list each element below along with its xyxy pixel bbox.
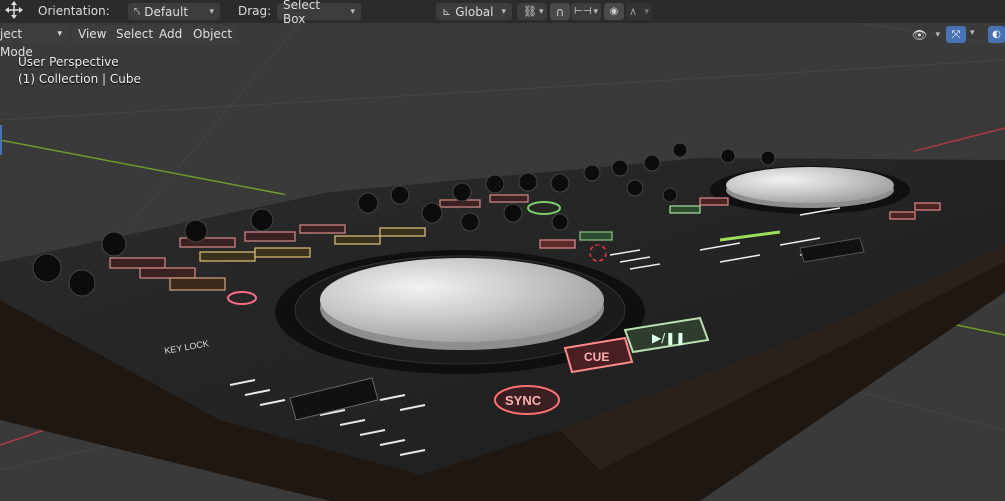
chevron-down-icon: ▾ — [57, 29, 62, 39]
toolbar-edge-indicator — [0, 125, 2, 155]
viewport-perspective-label: User Perspective — [18, 55, 119, 69]
chevron-down-icon: ▾ — [538, 6, 544, 17]
falloff-curve-icon: ∧ — [629, 5, 638, 18]
transform-orientation-dropdown[interactable]: ⊾ Global ▾ — [436, 3, 512, 20]
right-jog-wheel[interactable] — [726, 167, 894, 203]
viewport-header: ject Mode ▾ View Select Add Object 👁 ▾ ⤧… — [0, 23, 1005, 59]
pivot-point-dropdown[interactable]: ⛓ ▾ — [517, 3, 547, 20]
menu-object[interactable]: Object — [187, 25, 239, 43]
orientation-label: Orientation: — [38, 4, 110, 18]
chevron-down-icon: ▾ — [593, 6, 598, 17]
falloff-dropdown[interactable]: ∧ ▾ — [626, 3, 652, 20]
visibility-dropdown[interactable]: 👁 ▾ — [910, 26, 942, 43]
cue-label: CUE — [584, 350, 609, 364]
play-pause-icon: ▶/❚❚ — [652, 331, 685, 345]
tool-settings-header: Orientation: ⤣ Default ▾ Drag: Select Bo… — [0, 0, 1005, 26]
chevron-down-icon: ▾ — [350, 6, 355, 17]
menu-view[interactable]: View — [72, 25, 113, 43]
orientation-dropdown[interactable]: ⤣ Default ▾ — [128, 3, 220, 20]
magnet-icon[interactable]: ∩ — [550, 3, 570, 20]
chevron-down-icon: ▾ — [209, 6, 214, 17]
pivot-icon: ⤣ — [134, 4, 141, 18]
chevron-down-icon: ▾ — [644, 6, 649, 17]
transform-orientation-icon: ⊾ — [442, 5, 452, 18]
menu-add[interactable]: Add — [153, 25, 189, 43]
transform-orientation-value: Global — [455, 4, 494, 19]
menu-select[interactable]: Select — [110, 25, 160, 43]
proportional-edit-icon[interactable]: ◉ — [604, 3, 624, 20]
viewport-collection-label: (1) Collection | Cube — [18, 72, 141, 86]
orientation-value: Default — [144, 4, 189, 19]
drag-label: Drag: — [238, 4, 272, 18]
sync-label: SYNC — [505, 393, 542, 408]
visibility-eye-icon: 👁 — [912, 27, 928, 42]
snap-link-icon: ⛓ — [523, 5, 537, 18]
chevron-down-icon: ▾ — [501, 6, 506, 17]
chevron-down-icon[interactable]: ▾ — [970, 28, 975, 38]
snap-target-dropdown[interactable]: ⊢⊣ ▾ — [571, 3, 601, 20]
mode-dropdown[interactable]: ject Mode ▾ — [0, 25, 68, 59]
gizmo-toggle-icon[interactable]: ⤧ — [946, 26, 966, 43]
chevron-down-icon: ▾ — [935, 29, 940, 40]
transform-gizmo-icon[interactable] — [2, 0, 26, 19]
mode-value: ject Mode — [0, 27, 33, 59]
drag-value: Select Box — [283, 0, 321, 26]
snap-target-icon: ⊢⊣ — [574, 6, 592, 17]
left-jog-wheel[interactable] — [320, 258, 604, 342]
3d-viewport[interactable]: CUE ▶/❚❚ SYNC KEY LOCK User Perspective … — [0, 23, 1005, 501]
drag-dropdown[interactable]: Select Box ▾ — [277, 0, 361, 26]
overlay-toggle-icon[interactable]: ◐ — [988, 26, 1005, 43]
viewport-scene: CUE ▶/❚❚ SYNC KEY LOCK — [0, 23, 1005, 501]
